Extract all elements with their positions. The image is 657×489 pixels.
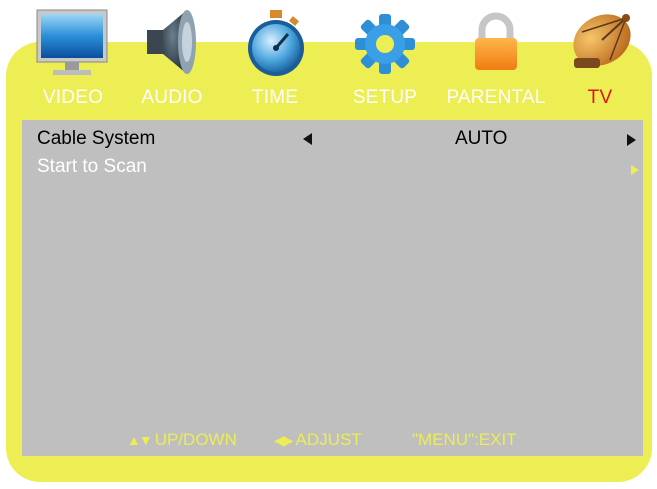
tab-label: AUDIO [141,87,203,108]
hint-up-down: ▲▼ UP/DOWN [127,430,237,450]
hint-text: ADJUST [295,430,362,449]
setting-row-start-to-scan[interactable]: Start to Scan [22,154,643,180]
tab-label: PARENTAL [446,87,546,108]
stopwatch-icon [240,4,310,85]
hint-exit: "MENU":EXIT [412,430,517,450]
arrow-left-icon[interactable] [303,133,312,145]
tab-setup[interactable]: SETUP [330,0,440,118]
gear-icon [350,4,420,85]
tab-label: TV [587,87,613,108]
settings-panel: Cable System AUTO Start to Scan [22,120,643,456]
setting-label: Start to Scan [37,156,147,177]
hint-adjust: ◀▶ ADJUST [274,430,362,450]
tab-label: VIDEO [42,87,104,108]
tab-tv[interactable]: TV [545,0,655,118]
tab-audio[interactable]: AUDIO [117,0,227,118]
setting-value: AUTO [455,128,508,149]
arrow-right-icon[interactable] [631,165,639,175]
tab-label: SETUP [352,87,418,108]
speaker-icon [137,4,207,85]
tab-label: TIME [251,87,299,108]
tab-time[interactable]: TIME [220,0,330,118]
setting-label: Cable System [37,128,156,149]
tab-parental[interactable]: PARENTAL [441,0,551,118]
left-right-arrows-icon: ◀▶ [274,432,293,448]
setting-row-cable-system[interactable]: Cable System AUTO [22,126,643,152]
monitor-icon [33,4,113,85]
hint-text: UP/DOWN [154,430,237,449]
hint-text: "MENU":EXIT [412,430,517,449]
menu-tabs: VIDEO AUDIO TIME SETUP PARENTAL TV [0,0,657,118]
satellite-dish-icon [562,4,638,85]
lock-icon [461,4,531,85]
arrow-right-icon[interactable] [627,134,636,146]
tab-video[interactable]: VIDEO [18,0,128,118]
up-down-arrows-icon: ▲▼ [127,432,153,448]
